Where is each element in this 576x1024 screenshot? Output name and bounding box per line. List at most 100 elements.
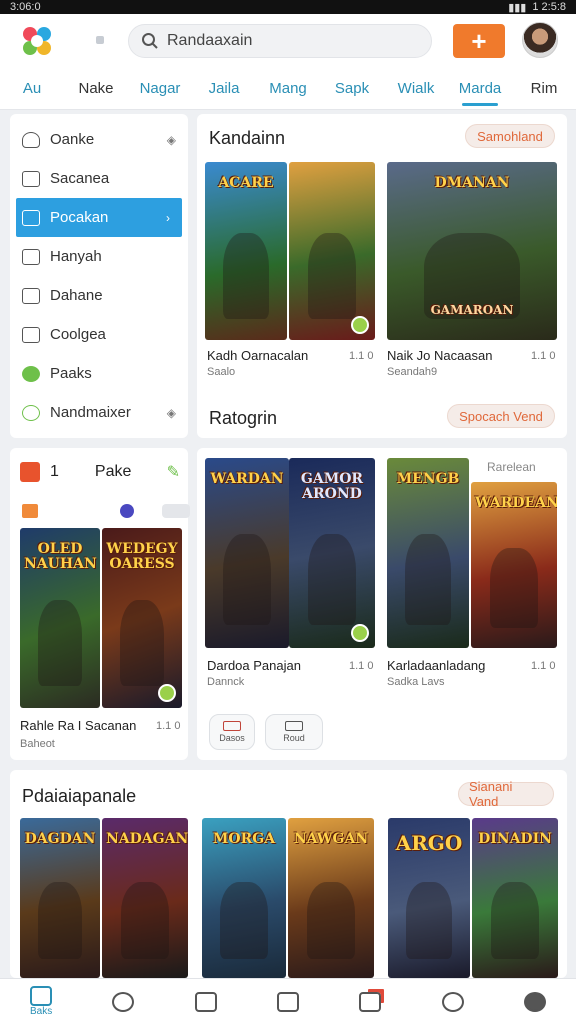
cover-art [306,882,356,959]
game-cover[interactable]: WARDAN [205,458,289,648]
nav-account[interactable] [494,979,576,1024]
sidebar-item-1[interactable]: Sacanea [10,159,188,198]
game-cover[interactable]: DAGDAN [20,818,100,978]
game-cover[interactable]: OLED NAUHAN [20,528,100,708]
cover-title: DINADIN [478,831,552,847]
section-ratogrin: WARDAN GAMOR AROND MENGB WARDEAN Rarelea… [197,448,567,760]
user-icon [22,131,40,148]
chevron-right-icon: › [166,210,170,225]
game-cover[interactable]: NAWGAN [288,818,374,978]
tool-button[interactable]: Dasos [209,714,255,750]
game-cover[interactable]: WARDEAN [471,482,557,648]
cover-title: DMANAN [434,175,510,191]
section-title: Ratogrin [209,408,278,428]
cover-art [223,534,271,626]
pake-title: Pake [94,463,132,480]
plus-icon: + [471,25,487,56]
cover-art [220,882,268,959]
item-sub: Seandah9 [387,366,438,378]
sidebar-item-5[interactable]: Coolgea [10,315,188,354]
section-button[interactable]: Sianani Vand [458,779,554,809]
orange-tag-icon[interactable] [22,504,38,518]
nav-notifications[interactable] [329,979,411,1024]
nav-list[interactable] [165,979,247,1024]
cover-art [307,233,357,319]
sidebar-item-label: Nandmaixer [50,404,131,421]
cover-art [490,882,540,959]
sidebar-item-6[interactable]: Paaks [10,354,188,393]
game-cover[interactable]: MENGB [387,458,469,648]
search-icon [441,991,464,1012]
menu-icon[interactable] [96,36,104,44]
cover-title: MORGA [212,831,276,847]
calendar-icon [20,462,40,482]
box-icon [285,721,303,731]
game-cover[interactable]: ARGO [388,818,470,978]
status-right: ▮▮▮ 1 2:5:8 [508,1,566,14]
game-cover[interactable]: ACARE [205,162,287,340]
game-cover[interactable]: GAMOR AROND [289,458,375,648]
tool-label: Dasos [219,733,245,743]
cover-art [223,233,269,319]
section-button[interactable]: Samohland [465,124,555,148]
green-circle-icon [22,365,40,382]
tab-6[interactable]: Wialk [384,76,448,106]
search-input[interactable] [167,32,407,50]
cover-title: DAGDAN [24,831,96,847]
tab-2[interactable]: Nagar [128,76,192,106]
tab-0[interactable]: Au [0,76,64,106]
nav-bag[interactable] [247,979,329,1024]
toggle-icon[interactable] [162,504,190,518]
leaf-icon[interactable]: ✎ [167,462,180,482]
tab-3[interactable]: Jaila [192,76,256,106]
game-cover[interactable] [289,162,375,340]
corner-label: Rarelean [487,460,536,474]
checkbox-icon [22,287,40,304]
tab-1[interactable]: Nake [64,76,128,106]
settings-icon[interactable]: ◈ [167,406,176,420]
tab-4[interactable]: Mang [256,76,320,106]
nav-profile[interactable] [82,979,164,1024]
cover-title: WARDAN [210,471,284,487]
sidebar-item-4[interactable]: Dahane [10,276,188,315]
item-num: 1.1 0 [349,660,374,672]
search-bar[interactable] [128,24,432,58]
add-button[interactable]: + [453,24,505,58]
account-icon [523,991,546,1012]
badge-icon [351,316,369,334]
tab-7[interactable]: Marda [448,76,512,106]
section-button[interactable]: Spocach Vend [447,404,555,428]
sidebar-item-7[interactable]: Nandmaixer ◈ [10,393,188,432]
cover-title: NAWGAN [293,831,369,847]
avatar[interactable] [522,22,558,58]
sidebar-item-2[interactable]: Pocakan › [16,198,182,237]
settings-icon[interactable]: ◈ [167,133,176,147]
bag-icon [276,991,299,1012]
blue-tag-icon[interactable] [120,504,134,518]
status-right-text: 1 2:5:8 [532,1,566,13]
game-cover[interactable]: DINADIN [472,818,558,978]
sidebar-item-3[interactable]: Hanyah [10,237,188,276]
pake-mini-row [22,504,190,520]
doc-icon [22,248,40,265]
sidebar-item-label: Pocakan [50,209,109,226]
tool-button[interactable]: Roud [265,714,323,750]
game-cover[interactable]: MORGA [202,818,286,978]
item-sub: Dannck [207,676,245,688]
sidebar-item-0[interactable]: Oanke ◈ [10,120,188,159]
sidebar-item-label: Paaks [50,365,92,382]
sidebar-item-label: Sacanea [50,170,110,187]
nav-home[interactable]: Baks [0,979,82,1024]
game-cover[interactable]: DMANAN GAMAROAN [387,162,557,340]
cover-art [406,882,452,959]
game-cover[interactable]: WEDEGY OARESS [102,528,182,708]
game-cover[interactable]: NADAGAN [102,818,188,978]
cover-art [307,534,357,626]
nav-search[interactable] [411,979,493,1024]
cover-title: MENGB [396,471,460,487]
tab-8[interactable]: Rim [512,76,576,106]
app-logo[interactable] [20,24,54,58]
cover-art [120,882,170,959]
tab-5[interactable]: Sapk [320,76,384,106]
badge-icon [351,624,369,642]
